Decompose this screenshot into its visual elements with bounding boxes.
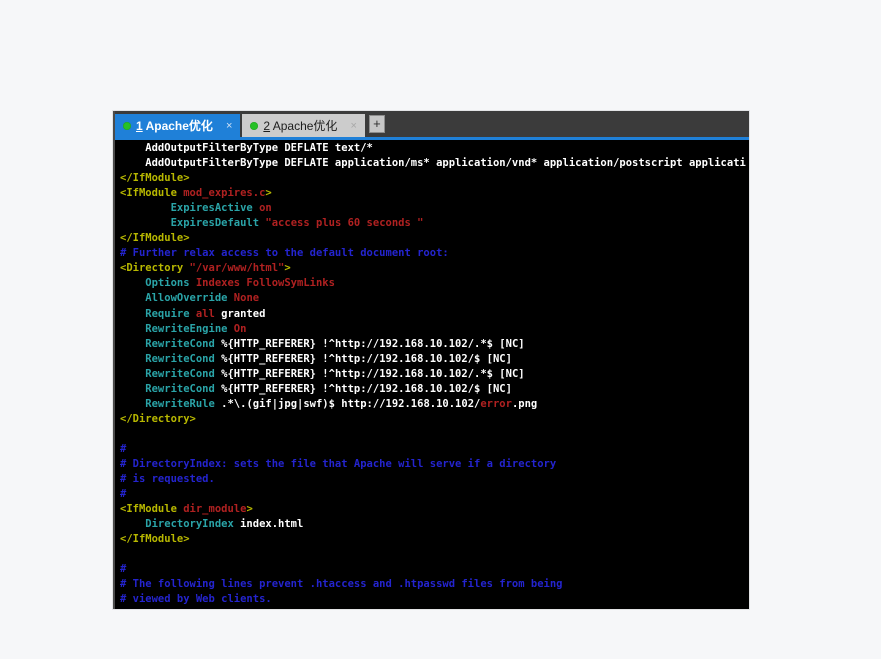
code-line: AddOutputFilterByType DEFLATE applicatio…: [120, 157, 746, 170]
code-line: # viewed by Web clients.: [120, 593, 272, 606]
code-line: RewriteCond %{HTTP_REFERER} !^http://192…: [120, 382, 512, 395]
terminal-window: 1 Apache优化 × 2 Apache优化 × + AddOutputFil…: [113, 111, 749, 609]
tab-title: Apache优化: [142, 119, 213, 133]
tab-number: 1: [136, 119, 143, 133]
code-line: AddOutputFilterByType DEFLATE text/*: [120, 142, 373, 154]
code-line: <IfModule dir_module>: [120, 503, 253, 516]
code-line: RewriteCond %{HTTP_REFERER} !^http://192…: [120, 367, 525, 380]
tab-title: Apache优化: [270, 119, 338, 133]
tab-session-2[interactable]: 2 Apache优化 ×: [242, 114, 365, 137]
tab-label: 1 Apache优化: [136, 117, 213, 134]
code-line: Require all granted: [120, 307, 266, 320]
new-tab-button[interactable]: +: [368, 115, 385, 133]
code-line: # The following lines prevent .htaccess …: [120, 578, 563, 591]
code-line: <Directory "/var/www/html">: [120, 262, 291, 275]
connected-status-icon: [123, 121, 131, 130]
code-line: DirectoryIndex index.html: [120, 518, 304, 531]
close-icon[interactable]: ×: [226, 120, 232, 132]
code-line: RewriteCond %{HTTP_REFERER} !^http://192…: [120, 337, 525, 350]
code-line: # is requested.: [120, 473, 215, 486]
code-line: Options Indexes FollowSymLinks: [120, 277, 335, 290]
tab-label: 2 Apache优化: [263, 117, 337, 134]
code-line: AllowOverride None: [120, 292, 260, 305]
tab-session-1[interactable]: 1 Apache优化 ×: [115, 114, 241, 137]
code-line: RewriteEngine On: [120, 322, 247, 335]
code-line: </IfModule>: [120, 533, 190, 546]
code-line: </IfModule>: [120, 172, 190, 185]
code-line: #: [120, 488, 127, 501]
close-icon[interactable]: ×: [350, 120, 356, 132]
code-line: RewriteRule .*\.(gif|jpg|swf)$ http://19…: [120, 397, 538, 410]
code-line: ExpiresActive on: [120, 202, 272, 215]
terminal-output[interactable]: AddOutputFilterByType DEFLATE text/* Add…: [115, 140, 749, 609]
desktop: { "window": { "tabs": [ { "number": "1",…: [0, 0, 881, 659]
code-line: <IfModule mod_expires.c>: [120, 187, 272, 200]
code-line: #: [120, 442, 127, 455]
code-line: # Further relax access to the default do…: [120, 247, 449, 260]
code-line: </IfModule>: [120, 232, 190, 245]
connected-status-icon: [250, 121, 259, 130]
code-line: </Directory>: [120, 412, 196, 425]
code-line: ExpiresDefault "access plus 60 seconds ": [120, 217, 424, 230]
tab-bar: 1 Apache优化 × 2 Apache优化 × +: [115, 111, 749, 137]
code-line: #: [120, 563, 127, 576]
code-line: RewriteCond %{HTTP_REFERER} !^http://192…: [120, 352, 512, 365]
code-line: # DirectoryIndex: sets the file that Apa…: [120, 457, 557, 470]
